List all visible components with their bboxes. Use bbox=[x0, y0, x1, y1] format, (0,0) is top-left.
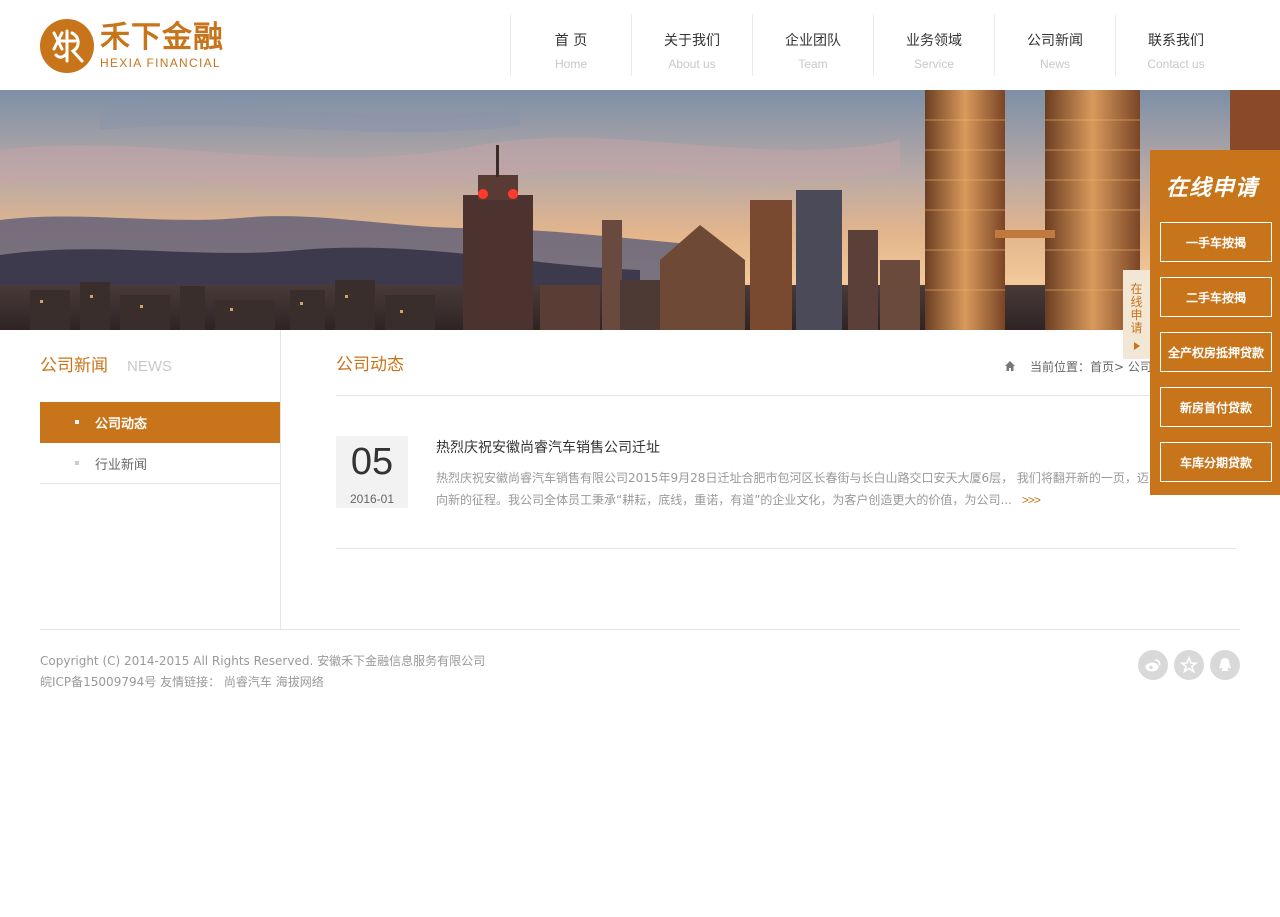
nav-label-en: About us bbox=[668, 57, 716, 71]
footer-link-shangrui[interactable]: 尚睿汽车 bbox=[224, 675, 272, 689]
social-icons bbox=[1138, 650, 1240, 680]
breadcrumb: 当前位置：首页> 公司新闻> 公司动态 bbox=[1004, 357, 1150, 375]
news-date: 05 2016-01 bbox=[336, 436, 408, 508]
sidebar-item-label: 行业新闻 bbox=[95, 457, 148, 473]
sidebar-title-en: NEWS bbox=[127, 358, 172, 375]
news-item: 05 2016-01 热烈庆祝安徽尚睿汽车销售公司迁址 热烈庆祝安徽尚睿汽车销售… bbox=[336, 436, 1236, 549]
nav-label: 公司新闻 bbox=[1027, 33, 1083, 49]
sidebar-divider bbox=[280, 330, 281, 629]
sidebar-title: 公司新闻 bbox=[40, 356, 108, 376]
nav-label: 企业团队 bbox=[785, 33, 841, 49]
nav-label-en: News bbox=[1039, 57, 1070, 71]
nav-item-about[interactable]: 关于我们 About us bbox=[631, 14, 752, 76]
nav-label-en: Team bbox=[798, 57, 828, 71]
bullet-icon bbox=[75, 461, 79, 465]
apply-property-mortgage-button[interactable]: 全产权房抵押贷款 bbox=[1160, 332, 1272, 372]
nav-label: 联系我们 bbox=[1148, 33, 1204, 49]
apply-garage-installment-button[interactable]: 车库分期贷款 bbox=[1160, 442, 1272, 482]
nav-label: 业务领域 bbox=[906, 33, 962, 49]
news-summary-text: 热烈庆祝安徽尚睿汽车销售有限公司2015年9月28日迁址合肥市包河区长春街与长白… bbox=[436, 471, 1149, 507]
footer-divider bbox=[40, 629, 1240, 630]
site-header: 禾下金融 HEXIA FINANCIAL 首 页 Home 关于我们 About… bbox=[0, 0, 1280, 90]
arrow-right-icon bbox=[1133, 342, 1140, 350]
sidebar-item-company-news[interactable]: 公司动态 bbox=[40, 402, 280, 443]
sidebar-item-industry-news[interactable]: 行业新闻 bbox=[40, 443, 280, 484]
home-icon[interactable] bbox=[1004, 360, 1016, 372]
logo-emblem-icon bbox=[40, 19, 94, 73]
online-apply-panel: 在线申请 一手车按揭 二手车按揭 全产权房抵押贷款 新房首付贷款 车库分期贷款 bbox=[1150, 150, 1280, 495]
star-icon[interactable] bbox=[1174, 650, 1204, 680]
float-panel-toggle[interactable]: 在线申请 bbox=[1123, 270, 1150, 359]
sidebar-menu: 公司动态 行业新闻 bbox=[40, 402, 280, 484]
main-nav: 首 页 Home 关于我们 About us 企业团队 Team 业务领域 Se… bbox=[510, 14, 1236, 76]
float-tab-label: 在线申请 bbox=[1130, 282, 1143, 335]
footer-links-label: 友情链接： bbox=[160, 675, 221, 689]
nav-label-en: Contact us bbox=[1147, 57, 1205, 71]
news-date-year-month: 2016-01 bbox=[349, 492, 395, 506]
footer-icp: 皖ICP备15009794号 bbox=[40, 675, 157, 689]
logo-name-en: HEXIA FINANCIAL bbox=[100, 56, 221, 70]
news-title-link[interactable]: 热烈庆祝安徽尚睿汽车销售公司迁址 bbox=[436, 438, 660, 458]
nav-item-service[interactable]: 业务领域 Service bbox=[873, 14, 994, 76]
nav-label-en: Home bbox=[554, 57, 587, 71]
weibo-icon[interactable] bbox=[1138, 650, 1168, 680]
site-logo[interactable]: 禾下金融 HEXIA FINANCIAL bbox=[40, 18, 240, 74]
title-divider bbox=[336, 395, 1236, 396]
news-summary: 热烈庆祝安徽尚睿汽车销售有限公司2015年9月28日迁址合肥市包河区长春街与长白… bbox=[436, 467, 1150, 511]
nav-item-team[interactable]: 企业团队 Team bbox=[752, 14, 873, 76]
footer-copyright: Copyright (C) 2014-2015 All Rights Reser… bbox=[40, 654, 486, 668]
breadcrumb-text: 当前位置：首页> 公司新闻> 公司动态 bbox=[1030, 359, 1150, 374]
logo-name-cn: 禾下金融 bbox=[100, 20, 224, 55]
hero-banner-image bbox=[0, 90, 1280, 330]
nav-label: 关于我们 bbox=[664, 33, 720, 49]
sidebar-item-label: 公司动态 bbox=[95, 416, 148, 432]
apply-new-car-loan-button[interactable]: 一手车按揭 bbox=[1160, 222, 1272, 262]
bullet-icon bbox=[75, 420, 79, 424]
apply-down-payment-loan-button[interactable]: 新房首付贷款 bbox=[1160, 387, 1272, 427]
nav-item-home[interactable]: 首 页 Home bbox=[510, 14, 631, 76]
nav-item-news[interactable]: 公司新闻 News bbox=[994, 14, 1115, 76]
news-date-day: 05 bbox=[350, 441, 394, 483]
footer-link-haiba[interactable]: 海拔网络 bbox=[276, 675, 324, 689]
qq-icon[interactable] bbox=[1210, 650, 1240, 680]
apply-used-car-loan-button[interactable]: 二手车按揭 bbox=[1160, 277, 1272, 317]
read-more-link[interactable]: >>> bbox=[1022, 493, 1041, 507]
footer-icp-line: 皖ICP备15009794号 友情链接： 尚睿汽车 海拔网络 bbox=[40, 674, 324, 690]
page-title: 公司动态 bbox=[336, 355, 404, 375]
nav-item-contact[interactable]: 联系我们 Contact us bbox=[1115, 14, 1236, 76]
float-panel-title: 在线申请 bbox=[1166, 176, 1259, 201]
nav-label: 首 页 bbox=[554, 33, 588, 49]
nav-label-en: Service bbox=[913, 57, 954, 71]
